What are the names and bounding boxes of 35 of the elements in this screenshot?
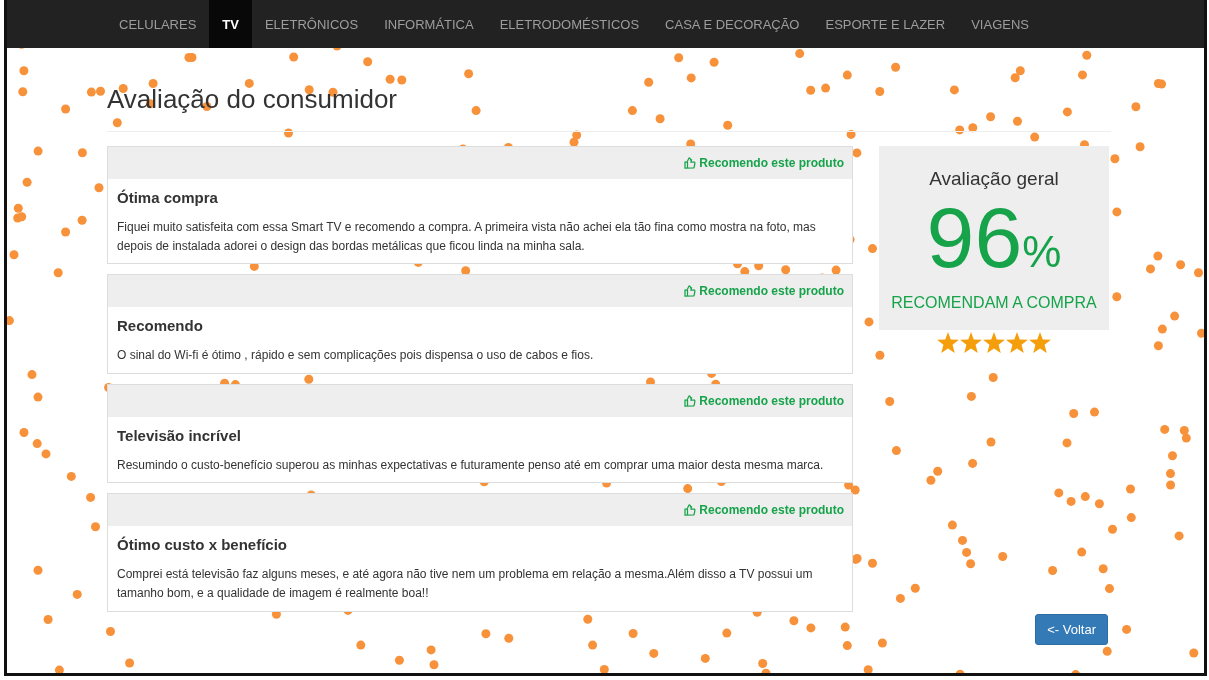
page-title: Avaliação do consumidor <box>107 84 1111 132</box>
thumbs-up-icon <box>684 394 697 407</box>
nav-tab[interactable]: ESPORTE E LAZER <box>812 0 959 48</box>
review-text: Resumindo o custo-benefício superou as minhas expectativas e futuramente penso até em comprar uma maior desta mesma marca. <box>117 456 825 474</box>
review-text: Fiquei muito satisfeita com essa Smart TV e recomendo a compra. A primeira vista não achei ela tão fina como mostra na foto, mas depois de instalada adorei o design das bordas metálicas que ficou linda na minha sala. <box>117 219 817 255</box>
recommend-label: Recomendo este produto <box>699 156 844 170</box>
nav-tab[interactable]: TV <box>209 0 252 48</box>
nav-tab[interactable]: ELETRODOMÉSTICOS <box>486 0 653 48</box>
summary-title: Avaliação geral <box>929 168 1059 190</box>
nav-tab[interactable]: VIAGENS <box>958 0 1042 48</box>
thumbs-up-icon <box>684 285 697 298</box>
review-title: Ótimo custo x benefício <box>117 536 289 554</box>
star-icon <box>1006 332 1028 353</box>
review-title: Recomendo <box>117 317 204 335</box>
star-icon <box>960 332 982 353</box>
review-text: Comprei está televisão faz alguns meses, e até agora não tive nem um problema em relação a mesma.Além disso a TV possui um tamanho bom, e a qualidade de imagem é realmente boa!! <box>117 566 814 602</box>
rating-percentage: 96 <box>926 194 1023 280</box>
review-text: O sinal do Wi-fi é ótimo , rápido e sem complicações pois dispensa o uso de cabos e fios. <box>117 347 595 365</box>
percent-sign: % <box>1022 227 1062 277</box>
recommend-label: Recomendo este produto <box>699 284 844 299</box>
back-button[interactable]: <- Voltar <box>1035 614 1108 645</box>
nav-tab[interactable]: INFORMÁTICA <box>371 0 487 48</box>
star-icon <box>1029 332 1051 353</box>
nav-tab[interactable]: CELULARES <box>106 0 210 48</box>
thumbs-up-icon <box>684 157 697 169</box>
recommend-label: Recomendo este produto <box>699 503 844 518</box>
nav-tab[interactable]: CASA E DECORAÇÃO <box>652 0 813 48</box>
star-icon <box>937 332 959 353</box>
thumbs-up-icon <box>684 504 697 517</box>
review-title: Ótima compra <box>117 189 219 206</box>
review-title: Televisão incrível <box>117 426 242 444</box>
recommend-label: Recomendo este produto <box>699 393 844 408</box>
summary-caption: RECOMENDAM A COMPRA <box>891 294 1097 312</box>
nav-tab[interactable]: ELETRÔNICOS <box>251 0 372 48</box>
star-icon <box>983 332 1005 353</box>
